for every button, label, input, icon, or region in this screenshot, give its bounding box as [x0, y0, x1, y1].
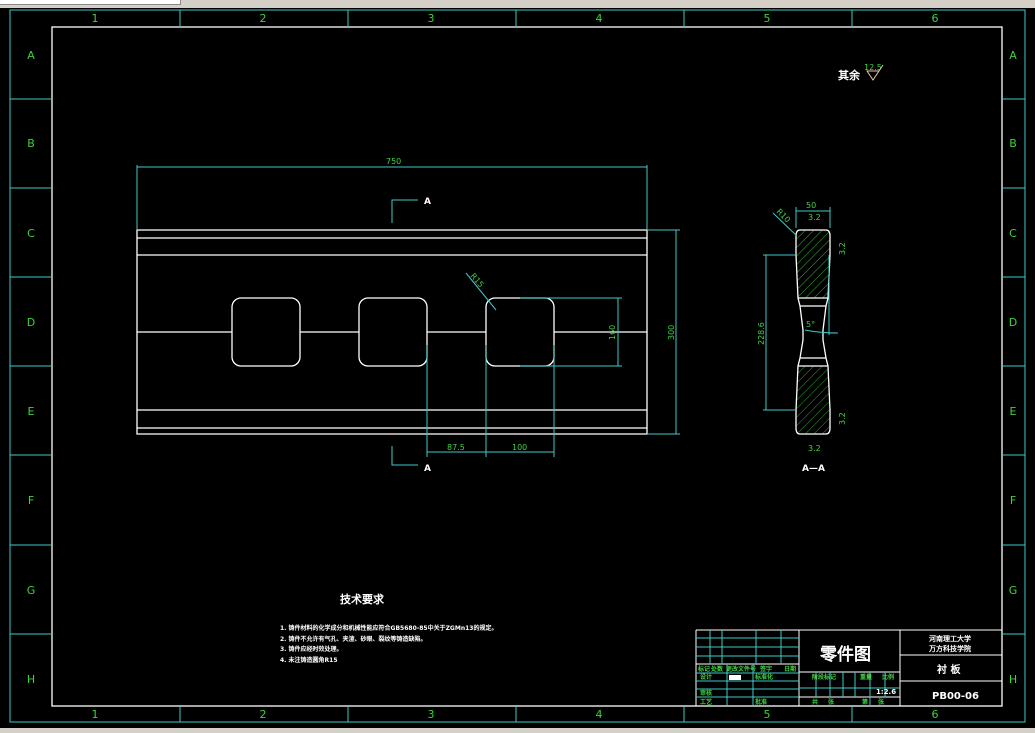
section-mark-top: A: [424, 197, 431, 207]
zone-col-label: 2: [260, 12, 267, 25]
school-line1: 河南理工大学: [929, 634, 971, 643]
roughness-top: 3.2: [808, 213, 821, 222]
roughness-right-top: 3.2: [838, 242, 847, 255]
tech-item: 1. 铸件材料的化学成分和机械性能应符合GB5680-85中关于ZGMn13的规…: [280, 624, 497, 632]
label-standard: 标准化: [754, 673, 773, 681]
zone-col-label: 1: [92, 708, 99, 721]
zone-row-label: E: [1010, 405, 1017, 418]
school-line2: 万方科技学院: [928, 644, 971, 653]
section-view[interactable]: 50 R10 228.6 5° 3.2 3.2 3.2 3.2 A—A: [757, 201, 847, 474]
label-process: 工艺: [700, 698, 712, 706]
zone-row-label: G: [1009, 584, 1018, 597]
zone-col-label: 5: [764, 12, 771, 25]
label-review: 审核: [700, 689, 712, 697]
dim-offset: 87.5: [447, 443, 465, 452]
zone-row-label: H: [1009, 673, 1017, 686]
tech-item: 2. 铸件不允许有气孔、夹渣、砂眼、裂纹等铸造缺陷。: [280, 635, 427, 643]
hole: [485, 297, 555, 367]
zone-row-label: A: [27, 49, 35, 62]
hole: [231, 297, 301, 367]
label-sheets: 张: [828, 698, 835, 706]
tech-item: 3. 铸件应经时效处理。: [280, 645, 343, 653]
roughness-right-bottom: 3.2: [838, 412, 847, 425]
drawing-type: 零件图: [819, 644, 871, 665]
zone-col-label: 4: [596, 708, 603, 721]
section-mark-bottom: A: [424, 464, 431, 474]
label-ratio: 比例: [882, 673, 894, 681]
label-page: 第: [861, 698, 868, 706]
zone-col-label: 3: [428, 12, 435, 25]
dim-section-width: 50: [806, 201, 816, 210]
label-stage: 阶段标记: [812, 673, 836, 681]
zone-row-label: A: [1009, 49, 1017, 62]
zone-col-label: 6: [932, 12, 939, 25]
angle-label: 5°: [806, 320, 815, 329]
zone-col-label: 5: [764, 708, 771, 721]
zone-row-label: E: [28, 405, 35, 418]
drawing-canvas[interactable]: 1 2 3 4 5 6 1 2 3 4 5 6 A B C D E F G H …: [0, 0, 1035, 733]
hole: [358, 297, 428, 367]
zone-col-label: 1: [92, 12, 99, 25]
zone-col-label: 6: [932, 708, 939, 721]
dim-height: 300: [667, 325, 676, 340]
window-bottom-bar: [0, 728, 1035, 733]
label-date: 日期: [784, 665, 796, 673]
zone-row-label: C: [1009, 227, 1017, 240]
label-approve: 批准: [755, 698, 767, 706]
zone-row-label: F: [1010, 494, 1016, 507]
label-sheets: 张: [878, 698, 885, 706]
designer-field: [729, 675, 741, 680]
label-total: 共: [812, 698, 818, 706]
tech-item: 4. 未注铸造圆角R15: [280, 656, 338, 664]
label-design: 设计: [700, 673, 712, 681]
zone-row-label: B: [1009, 137, 1017, 150]
zone-col-label: 3: [428, 708, 435, 721]
roughness-bottom: 3.2: [808, 444, 821, 453]
dim-hole: 160: [608, 325, 617, 340]
zone-row-label: D: [1009, 316, 1017, 329]
zone-row-label: G: [27, 584, 36, 597]
scale-value: 1:2.6: [876, 688, 896, 696]
dim-section-height: 228.6: [757, 322, 766, 345]
drawing-number: PB00-06: [932, 691, 979, 702]
part-name: 衬 板: [937, 663, 961, 676]
zone-row-label: D: [27, 316, 35, 329]
roughness-label: 其余: [838, 68, 861, 82]
zone-col-label: 2: [260, 708, 267, 721]
main-view[interactable]: 750 300 160 87.5 100 R15 A A: [136, 157, 680, 474]
title-block: 零件图 河南理工大学 万方科技学院 衬 板 PB00-06 1:2.6 标记 处…: [695, 629, 1002, 706]
label-mark: 标记: [697, 665, 710, 673]
dim-section-radius: R10: [775, 207, 793, 225]
label-sign: 签字: [759, 665, 772, 673]
dim-length: 750: [386, 157, 401, 166]
zone-col-label: 4: [596, 12, 603, 25]
zone-row-label: H: [27, 673, 35, 686]
label-count: 处数: [710, 665, 724, 673]
section-label: A—A: [802, 464, 825, 474]
dim-hole-width: 100: [512, 443, 527, 452]
label-change: 更改文件号: [726, 665, 756, 673]
label-weight: 重量: [860, 673, 872, 681]
zone-row-label: B: [27, 137, 35, 150]
zone-row-label: F: [28, 494, 34, 507]
dim-radius: R15: [468, 272, 485, 290]
zone-row-label: C: [27, 227, 35, 240]
tech-requirements: 技术要求 1. 铸件材料的化学成分和机械性能应符合GB5680-85中关于ZGM…: [280, 592, 497, 664]
tech-title: 技术要求: [340, 592, 385, 606]
